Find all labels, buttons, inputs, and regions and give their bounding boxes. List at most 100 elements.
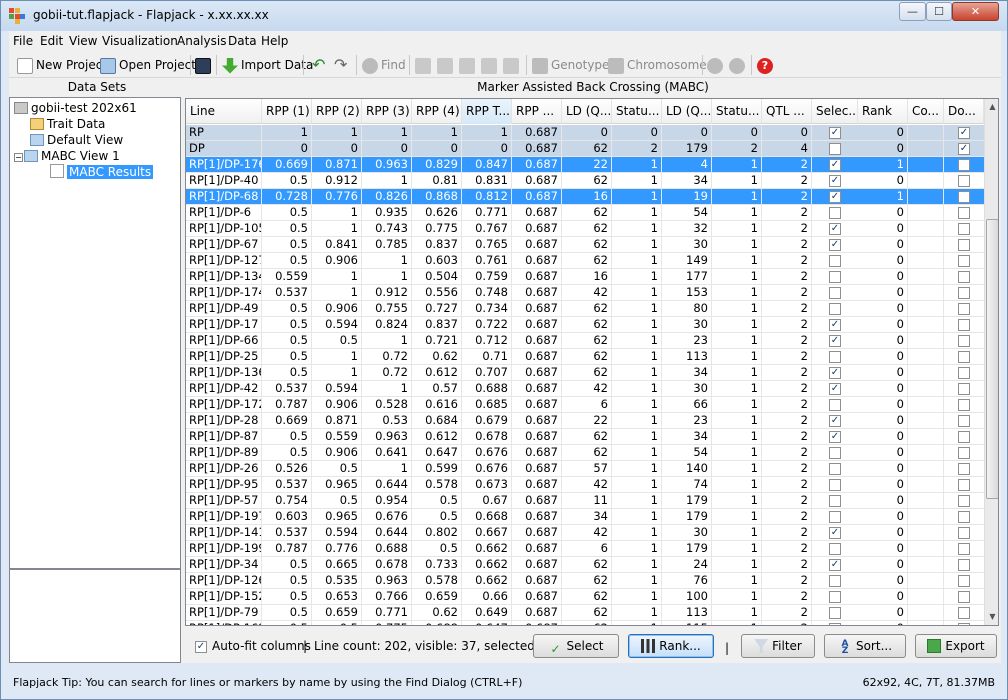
comment-cell[interactable] bbox=[908, 445, 944, 461]
tree-item-default-view[interactable]: Default View bbox=[30, 132, 123, 148]
table-row[interactable]: RP[1]/DP-40 0.5 0.912 1 0.81 0.831 0.687 62 1 34 1… bbox=[186, 173, 984, 189]
select-checkbox[interactable]: ✓ bbox=[829, 239, 841, 251]
column-header[interactable]: Co... bbox=[908, 99, 944, 124]
column-header[interactable]: RPP (2) bbox=[312, 99, 362, 124]
table-row[interactable]: RP[1]/DP-87 0.5 0.559 0.963 0.612 0.678 0.687 6… bbox=[186, 429, 984, 445]
table-row[interactable]: RP[1]/DP-89 0.5 0.906 0.641 0.647 0.676 0.687 6… bbox=[186, 445, 984, 461]
column-header[interactable]: QTL ... bbox=[762, 99, 812, 124]
table-row[interactable]: RP[1]/DP-79 0.5 0.659 0.771 0.62 0.649 0.687 62… bbox=[186, 605, 984, 621]
table-row[interactable]: RP[1]/DP-199 0.787 0.776 0.688 0.5 0.662 0.687… bbox=[186, 541, 984, 557]
do-checkbox[interactable] bbox=[958, 271, 970, 283]
select-checkbox[interactable]: ✓ bbox=[829, 223, 841, 235]
comment-cell[interactable] bbox=[908, 237, 944, 253]
do-checkbox[interactable] bbox=[958, 495, 970, 507]
do-checkbox[interactable] bbox=[958, 431, 970, 443]
table-row[interactable]: DP 0 0 0 0 0 0.687 62 2 179 2 4 0 ✓ bbox=[186, 141, 984, 157]
genotypes-button[interactable]: Genotypes bbox=[532, 55, 616, 75]
comment-cell[interactable] bbox=[908, 221, 944, 237]
do-checkbox[interactable] bbox=[958, 415, 970, 427]
help-button[interactable]: ? bbox=[757, 55, 776, 75]
comment-cell[interactable] bbox=[908, 605, 944, 621]
view-tool-5-button[interactable] bbox=[503, 55, 522, 75]
comment-cell[interactable] bbox=[908, 589, 944, 605]
menu-analysis[interactable]: Analysis bbox=[177, 34, 226, 48]
menu-file[interactable]: File bbox=[13, 34, 33, 48]
table-row[interactable]: RP[1]/DP-126 0.5 0.535 0.963 0.578 0.662 0.687… bbox=[186, 573, 984, 589]
table-row[interactable]: RP[1]/DP-134 0.559 1 1 0.504 0.759 0.687 16 1 177… bbox=[186, 269, 984, 285]
select-checkbox[interactable] bbox=[829, 511, 841, 523]
table-row[interactable]: RP[1]/DP-67 0.5 0.841 0.785 0.837 0.765 0.687 6… bbox=[186, 237, 984, 253]
minimize-button[interactable]: — bbox=[899, 2, 926, 21]
table-row[interactable]: RP[1]/DP-34 0.5 0.665 0.678 0.733 0.662 0.687 6… bbox=[186, 557, 984, 573]
menu-data[interactable]: Data bbox=[228, 34, 257, 48]
table-row[interactable]: RP[1]/DP-136 0.5 1 0.72 0.612 0.707 0.687 62 1 34… bbox=[186, 365, 984, 381]
select-checkbox[interactable] bbox=[829, 271, 841, 283]
do-checkbox[interactable] bbox=[958, 367, 970, 379]
do-checkbox[interactable] bbox=[958, 223, 970, 235]
view-tool-3-button[interactable] bbox=[459, 55, 478, 75]
select-checkbox[interactable] bbox=[829, 463, 841, 475]
comment-cell[interactable] bbox=[908, 541, 944, 557]
select-checkbox[interactable]: ✓ bbox=[829, 383, 841, 395]
select-checkbox[interactable]: ✓ bbox=[829, 159, 841, 171]
comment-cell[interactable] bbox=[908, 349, 944, 365]
comment-cell[interactable] bbox=[908, 253, 944, 269]
do-checkbox[interactable] bbox=[958, 383, 970, 395]
select-checkbox[interactable] bbox=[829, 607, 841, 619]
select-checkbox[interactable] bbox=[829, 255, 841, 267]
comment-cell[interactable] bbox=[908, 509, 944, 525]
column-header[interactable]: RPP (1) bbox=[262, 99, 312, 124]
vertical-scrollbar[interactable]: ▲ ▼ bbox=[984, 99, 998, 625]
table-row[interactable]: RP[1]/DP-105 0.5 1 0.743 0.775 0.767 0.687 62 1 3… bbox=[186, 221, 984, 237]
select-checkbox[interactable] bbox=[829, 303, 841, 315]
do-checkbox[interactable] bbox=[958, 479, 970, 491]
do-checkbox[interactable] bbox=[958, 543, 970, 555]
do-checkbox[interactable] bbox=[958, 447, 970, 459]
select-checkbox[interactable]: ✓ bbox=[829, 367, 841, 379]
do-checkbox[interactable]: ✓ bbox=[958, 127, 970, 139]
comment-cell[interactable] bbox=[908, 301, 944, 317]
select-checkbox[interactable] bbox=[829, 591, 841, 603]
table-row[interactable]: RP 1 1 1 1 1 0.687 0 0 0 0 0 ✓ 0 ✓ bbox=[186, 125, 984, 141]
column-header[interactable]: Rank bbox=[858, 99, 908, 124]
comment-cell[interactable] bbox=[908, 413, 944, 429]
table-row[interactable]: RP[1]/DP-6 0.5 1 0.935 0.626 0.771 0.687 62 1 54 1… bbox=[186, 205, 984, 221]
select-checkbox[interactable]: ✓ bbox=[829, 559, 841, 571]
table-row[interactable]: RP[1]/DP-172 0.787 0.906 0.528 0.616 0.685 0.6… bbox=[186, 397, 984, 413]
do-checkbox[interactable] bbox=[958, 575, 970, 587]
do-checkbox[interactable] bbox=[958, 207, 970, 219]
back-button[interactable] bbox=[707, 55, 726, 75]
column-header[interactable]: Selec... bbox=[812, 99, 858, 124]
open-project-button[interactable]: Open Project bbox=[100, 55, 196, 75]
comment-cell[interactable] bbox=[908, 141, 944, 157]
view-tool-1-button[interactable] bbox=[415, 55, 434, 75]
scroll-up-icon[interactable]: ▲ bbox=[985, 99, 998, 115]
select-checkbox[interactable]: ✓ bbox=[829, 175, 841, 187]
view-tool-4-button[interactable] bbox=[481, 55, 500, 75]
tree-item-dataset[interactable]: gobii-test 202x61 bbox=[14, 100, 137, 116]
do-checkbox[interactable] bbox=[958, 399, 970, 411]
comment-cell[interactable] bbox=[908, 125, 944, 141]
maximize-button[interactable]: ☐ bbox=[926, 2, 952, 21]
save-button[interactable] bbox=[195, 55, 214, 75]
do-checkbox[interactable] bbox=[958, 255, 970, 267]
do-checkbox[interactable] bbox=[958, 239, 970, 251]
comment-cell[interactable] bbox=[908, 205, 944, 221]
find-button[interactable]: Find bbox=[362, 55, 406, 75]
do-checkbox[interactable] bbox=[958, 351, 970, 363]
redo-button[interactable]: ↷ bbox=[334, 55, 347, 75]
select-checkbox[interactable] bbox=[829, 495, 841, 507]
table-row[interactable]: RP[1]/DP-176 0.669 0.871 0.963 0.829 0.847 0.6… bbox=[186, 157, 984, 173]
do-checkbox[interactable] bbox=[958, 335, 970, 347]
table-row[interactable]: RP[1]/DP-28 0.669 0.871 0.53 0.684 0.679 0.687… bbox=[186, 413, 984, 429]
rank-button[interactable]: Rank... bbox=[628, 634, 714, 658]
comment-cell[interactable] bbox=[908, 173, 944, 189]
column-header[interactable]: RPP (4) bbox=[412, 99, 462, 124]
tree-item-mabc-results[interactable]: MABC Results bbox=[50, 164, 154, 180]
table-row[interactable]: RP[1]/DP-66 0.5 0.5 1 0.721 0.712 0.687 62 1 23 1 2… bbox=[186, 333, 984, 349]
filter-button[interactable]: Filter bbox=[741, 634, 815, 658]
close-button[interactable]: ✕ bbox=[952, 2, 999, 21]
undo-button[interactable]: ↶ bbox=[312, 55, 325, 75]
comment-cell[interactable] bbox=[908, 189, 944, 205]
comment-cell[interactable] bbox=[908, 317, 944, 333]
